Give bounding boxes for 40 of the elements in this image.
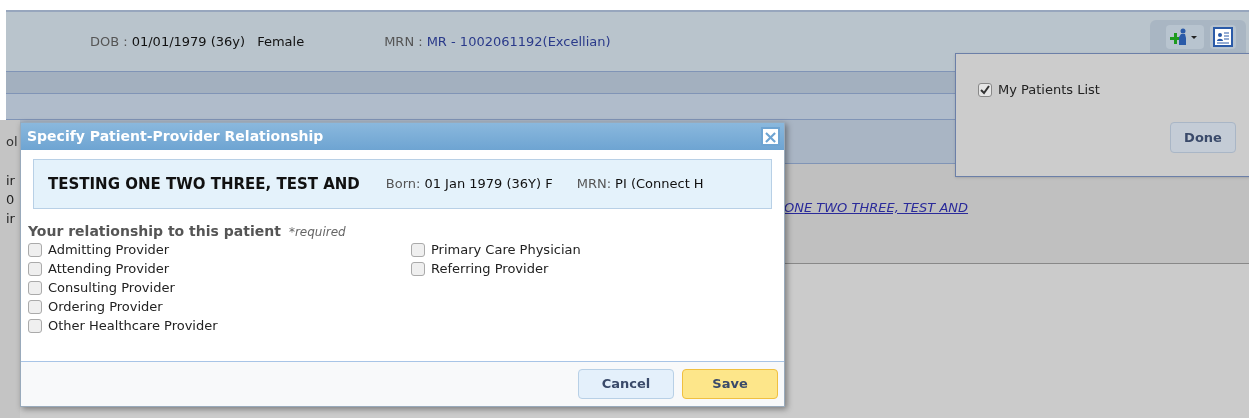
patient-link[interactable]: ONE TWO THREE, TEST AND xyxy=(784,200,968,215)
mrn-label: MRN: xyxy=(576,175,612,194)
mrn-value: MR - 1002061192(Excellian) xyxy=(426,32,611,51)
sex-value: Female xyxy=(257,32,305,51)
dob-value: 01/01/1979 (36y) xyxy=(131,32,246,51)
checkbox[interactable] xyxy=(411,243,425,257)
contact-card-button[interactable] xyxy=(1210,25,1236,49)
save-button[interactable]: Save xyxy=(682,369,778,399)
checkbox[interactable] xyxy=(28,281,42,295)
required-note: *required xyxy=(288,224,346,241)
checkbox[interactable] xyxy=(28,300,42,314)
add-patient-button[interactable] xyxy=(1166,25,1204,49)
mrn-value: PI (Connect H xyxy=(615,175,704,194)
checkbox[interactable] xyxy=(28,262,42,276)
contact-card-icon xyxy=(1213,27,1233,47)
dialog-title: Specify Patient-Provider Relationship xyxy=(27,127,324,146)
checkbox-label: Admitting Provider xyxy=(48,242,170,258)
checkbox-label: Other Healthcare Provider xyxy=(48,318,218,334)
checkbox[interactable] xyxy=(978,83,992,97)
checkbox-label: My Patients List xyxy=(998,82,1100,98)
born-label: Born: xyxy=(385,175,421,194)
born-value: 01 Jan 1979 (36Y) F xyxy=(424,175,553,194)
checkbox-label: Referring Provider xyxy=(431,261,549,277)
cancel-button[interactable]: Cancel xyxy=(578,369,674,399)
checkbox-label: Attending Provider xyxy=(48,261,170,277)
text-fragment: ir xyxy=(6,211,16,227)
checkbox-label: Consulting Provider xyxy=(48,280,175,296)
done-button[interactable]: Done xyxy=(1170,122,1236,153)
patient-name: TESTING ONE TWO THREE, TEST AND xyxy=(48,173,360,195)
question-label: Your relationship to this patient xyxy=(28,222,281,241)
mrn-label: MRN : xyxy=(384,32,423,51)
text-fragment: ol xyxy=(6,134,19,150)
checkbox-label: Primary Care Physician xyxy=(431,242,581,258)
checkbox[interactable] xyxy=(28,243,42,257)
checkbox[interactable] xyxy=(411,262,425,276)
dob-label: DOB : xyxy=(90,32,128,51)
text-fragment: 0 xyxy=(6,192,16,208)
checkbox[interactable] xyxy=(28,319,42,333)
checkbox-label: Ordering Provider xyxy=(48,299,163,315)
text-fragment: ir xyxy=(6,173,16,189)
